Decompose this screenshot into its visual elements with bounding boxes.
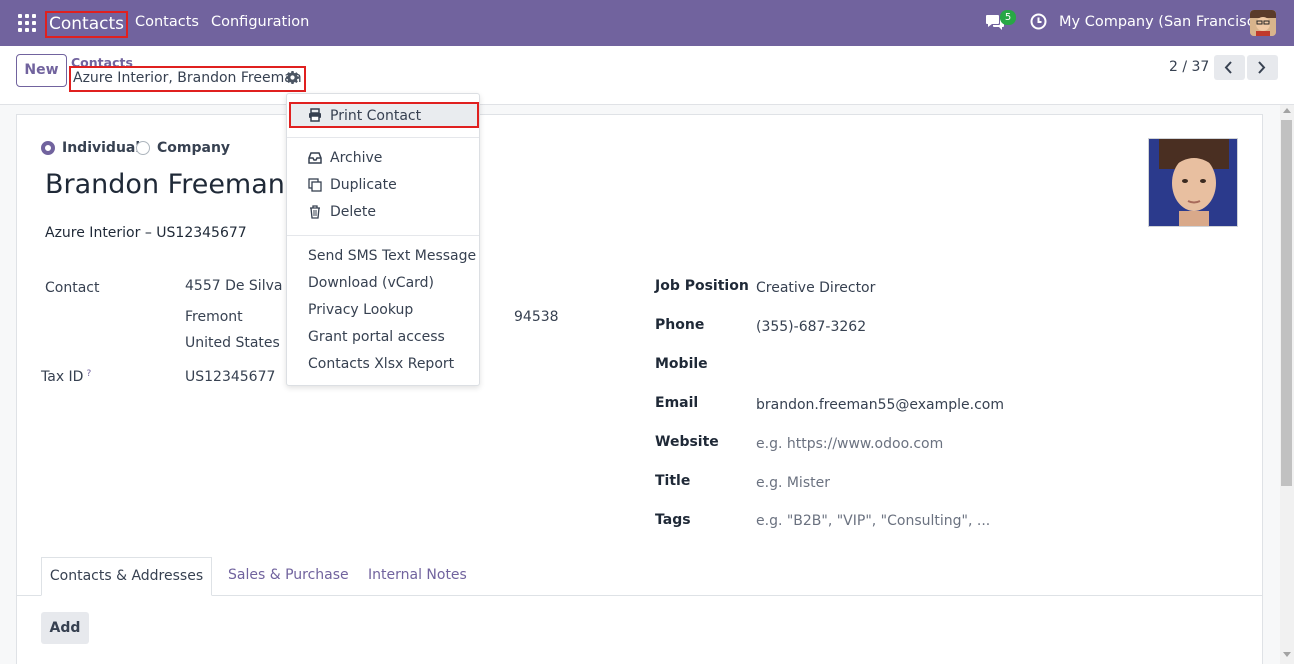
tax-id-label: Tax ID? [41,369,91,385]
phone-field[interactable]: (355)-687-3262 [756,319,866,335]
top-navbar: Contacts Contacts Configuration 5 My Com… [0,0,1294,46]
app-brand-contacts[interactable]: Contacts [45,11,128,38]
dropdown-separator [287,137,479,138]
chevron-left-icon [1224,61,1232,74]
contact-label: Contact [45,280,100,296]
user-avatar[interactable] [1250,10,1276,36]
email-label: Email [655,395,699,411]
tags-label: Tags [655,512,691,528]
city-field[interactable]: Fremont [185,309,243,325]
print-icon [309,108,321,122]
clock-icon[interactable] [1030,13,1047,30]
contact-photo[interactable] [1148,138,1238,227]
phone-label: Phone [655,317,705,333]
contacts-xlsx-report-label: Contacts Xlsx Report [308,356,455,372]
archive-icon [308,152,322,164]
duplicate-icon [308,178,322,192]
scrollbar-thumb[interactable] [1281,120,1292,486]
menu-item-contacts-xlsx-report[interactable]: Contacts Xlsx Report [287,352,479,376]
email-field[interactable]: brandon.freeman55@example.com [756,397,1004,413]
apps-grid-icon[interactable] [18,14,36,32]
pager-next-button[interactable] [1247,55,1278,80]
dropdown-separator [287,235,479,236]
menu-item-delete[interactable]: Delete [287,200,479,224]
delete-label: Delete [330,204,376,220]
job-position-label: Job Position [655,278,749,294]
menu-item-grant-portal-access[interactable]: Grant portal access [287,325,479,349]
scroll-down-arrow-icon[interactable] [1283,652,1291,657]
pager-previous-button[interactable] [1214,55,1245,80]
privacy-lookup-label: Privacy Lookup [308,302,414,318]
job-position-field[interactable]: Creative Director [756,280,875,296]
menu-contacts[interactable]: Contacts [135,14,199,30]
menu-item-download-vcard[interactable]: Download (vCard) [287,271,479,295]
menu-item-archive[interactable]: Archive [287,146,479,170]
scroll-up-arrow-icon[interactable] [1283,108,1291,113]
country-field[interactable]: United States [185,335,280,351]
menu-item-print-contact[interactable]: Print Contact [289,102,479,128]
pager-value: 2 / 37 [1169,59,1210,75]
actions-dropdown: Print Contact Archive Duplicate Delete S… [286,93,480,386]
new-button[interactable]: New [16,54,67,87]
chat-count-badge: 5 [1000,10,1016,25]
help-tooltip-icon[interactable]: ? [86,369,91,379]
zip-field[interactable]: 94538 [514,309,559,325]
title-label: Title [655,473,691,489]
company-switcher[interactable]: My Company (San Francisco) [1059,14,1269,30]
tax-id-label-text: Tax ID [41,369,84,385]
website-field[interactable]: e.g. https://www.odoo.com [756,436,943,452]
download-vcard-label: Download (vCard) [308,275,434,291]
contact-name[interactable]: Brandon Freeman [45,169,285,200]
menu-configuration[interactable]: Configuration [211,14,309,30]
add-contact-button[interactable]: Add [41,612,89,644]
tax-id-field[interactable]: US12345677 [185,369,275,385]
menu-item-privacy-lookup[interactable]: Privacy Lookup [287,298,479,322]
radio-individual-label[interactable]: Individual [62,140,140,156]
menu-item-send-sms[interactable]: Send SMS Text Message [287,244,479,268]
duplicate-label: Duplicate [330,177,397,193]
chevron-right-icon [1258,61,1266,74]
company-name-field[interactable]: Azure Interior – US12345677 [45,225,247,241]
archive-label: Archive [330,150,383,166]
breadcrumb-current: Azure Interior, Brandon Freeman [69,66,306,92]
menu-item-duplicate[interactable]: Duplicate [287,173,479,197]
grant-portal-access-label: Grant portal access [308,329,445,345]
tab-sales-purchase[interactable]: Sales & Purchase [228,557,349,596]
street-field[interactable]: 4557 De Silva St [185,278,301,294]
tags-field[interactable]: e.g. "B2B", "VIP", "Consulting", ... [756,513,990,529]
radio-company-label[interactable]: Company [157,140,230,156]
mobile-field[interactable] [756,358,1056,376]
website-label: Website [655,434,719,450]
gear-icon[interactable] [286,71,299,84]
print-contact-label: Print Contact [330,108,422,124]
trash-icon [310,205,320,219]
title-field[interactable]: e.g. Mister [756,475,830,491]
send-sms-label: Send SMS Text Message [308,248,477,264]
radio-company[interactable] [136,141,150,155]
radio-individual[interactable] [41,141,55,155]
mobile-label: Mobile [655,356,708,372]
tab-internal-notes[interactable]: Internal Notes [368,557,467,596]
tab-contacts-addresses[interactable]: Contacts & Addresses [41,557,212,596]
